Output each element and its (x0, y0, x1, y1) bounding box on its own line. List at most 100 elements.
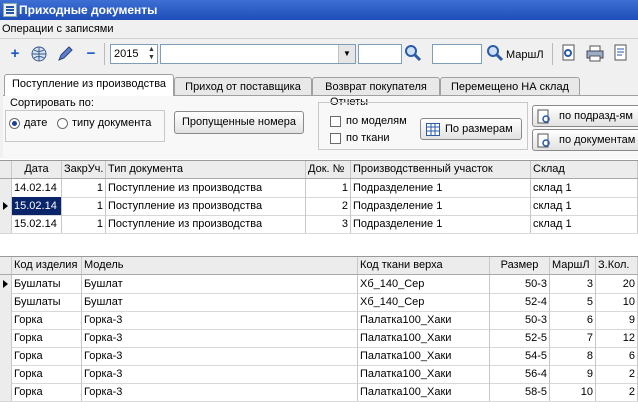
row-indicator[interactable] (0, 293, 12, 311)
item-cell[interactable]: Горка (12, 383, 82, 401)
item-row[interactable]: Горка Горка-3 Палатка100_Хаки 58-5 10 2 (0, 383, 638, 402)
item-cell[interactable]: Бушлат (82, 293, 358, 311)
item-cell[interactable]: Горка-3 (82, 329, 358, 347)
document-cell[interactable]: 1 (62, 197, 106, 215)
item-cell[interactable]: 6 (550, 311, 596, 329)
col-doc-type[interactable]: Тип документа (106, 161, 306, 178)
document-cell[interactable]: Подразделение 1 (351, 197, 531, 215)
checkbox-by-models[interactable] (330, 116, 341, 127)
item-row[interactable]: Горка Горка-3 Палатка100_Хаки 56-4 9 2 (0, 365, 638, 384)
document-cell[interactable]: 2 (306, 197, 351, 215)
checkbox-by-fabric[interactable] (330, 133, 341, 144)
document-cell[interactable]: Подразделение 1 (351, 215, 531, 233)
route-field[interactable] (432, 44, 482, 64)
item-cell[interactable]: Палатка100_Хаки (358, 365, 490, 383)
item-row[interactable]: Горка Горка-3 Палатка100_Хаки 52-5 7 12 (0, 329, 638, 348)
tab-return[interactable]: Возврат покупателя (312, 77, 440, 95)
tab-supplier[interactable]: Приход от поставщика (174, 77, 312, 95)
col-size[interactable]: Размер (490, 257, 550, 274)
item-cell[interactable]: 20 (596, 275, 638, 293)
edit-pen-icon[interactable] (54, 43, 76, 65)
item-cell[interactable]: Горка-3 (82, 311, 358, 329)
col-closed[interactable]: ЗакрУч. (62, 161, 106, 178)
item-cell[interactable]: 8 (550, 347, 596, 365)
document-cell[interactable]: 1 (62, 179, 106, 197)
tab-transfer[interactable]: Перемещено НА склад (440, 77, 580, 95)
document-cell[interactable]: 15.02.14 (12, 215, 62, 233)
col-item-code[interactable]: Код изделия (12, 257, 82, 274)
item-cell[interactable]: Палатка100_Хаки (358, 329, 490, 347)
item-cell[interactable]: 10 (596, 293, 638, 311)
search-icon[interactable] (486, 44, 506, 64)
item-cell[interactable]: 58-5 (490, 383, 550, 401)
item-cell[interactable]: Палатка100_Хаки (358, 311, 490, 329)
document-cell[interactable]: 1 (62, 215, 106, 233)
row-indicator[interactable] (0, 329, 12, 347)
item-cell[interactable]: Горка (12, 329, 82, 347)
row-indicator[interactable] (0, 311, 12, 329)
document-cell[interactable]: склад 1 (531, 179, 638, 197)
document-cell[interactable]: Поступление из производства (106, 215, 306, 233)
item-cell[interactable]: Горка (12, 365, 82, 383)
item-cell[interactable]: 52-5 (490, 329, 550, 347)
item-cell[interactable]: 50-3 (490, 311, 550, 329)
col-quantity[interactable]: З.Кол. (596, 257, 638, 274)
document-cell[interactable]: 3 (306, 215, 351, 233)
delete-icon[interactable]: − (80, 43, 102, 65)
row-indicator[interactable] (0, 215, 12, 233)
col-doc-number[interactable]: Док. № (306, 161, 351, 178)
item-cell[interactable]: 12 (596, 329, 638, 347)
item-cell[interactable]: Бушлаты (12, 275, 82, 293)
item-row[interactable]: Бушлаты Бушлат Хб_140_Сер 50-3 3 20 (0, 275, 638, 294)
item-row[interactable]: Бушлаты Бушлат Хб_140_Сер 52-4 5 10 (0, 293, 638, 312)
document-cell[interactable]: 1 (306, 179, 351, 197)
item-cell[interactable]: 52-4 (490, 293, 550, 311)
radio-sort-date[interactable] (9, 118, 20, 129)
filter-combobox[interactable]: ▼ (160, 44, 356, 64)
item-cell[interactable]: 7 (550, 329, 596, 347)
col-warehouse[interactable]: Склад (531, 161, 638, 178)
globe-icon[interactable] (28, 43, 50, 65)
col-route[interactable]: МаршЛ (550, 257, 596, 274)
row-indicator[interactable] (0, 197, 12, 215)
document-row[interactable]: 15.02.14 1 Поступление из производства 2 Под… (0, 197, 638, 216)
report-icon[interactable] (612, 44, 632, 64)
item-cell[interactable]: Горка (12, 347, 82, 365)
search-field[interactable] (358, 44, 402, 64)
item-cell[interactable]: Палатка100_Хаки (358, 347, 490, 365)
item-cell[interactable]: 9 (596, 311, 638, 329)
item-cell[interactable]: 3 (550, 275, 596, 293)
document-cell[interactable]: 14.02.14 (12, 179, 62, 197)
item-cell[interactable]: Горка (12, 311, 82, 329)
add-icon[interactable]: + (4, 43, 26, 65)
document-cell[interactable]: склад 1 (531, 215, 638, 233)
document-cell[interactable]: 15.02.14 (12, 197, 62, 215)
tab-production[interactable]: Поступление из производства (4, 74, 174, 96)
menu-operations[interactable]: Операции с записями (2, 23, 114, 35)
item-cell[interactable]: Палатка100_Хаки (358, 383, 490, 401)
item-cell[interactable]: 5 (550, 293, 596, 311)
item-cell[interactable]: 50-3 (490, 275, 550, 293)
row-indicator[interactable] (0, 347, 12, 365)
missing-numbers-button[interactable]: Пропущенные номера (174, 111, 304, 134)
item-cell[interactable]: 56-4 (490, 365, 550, 383)
item-cell[interactable]: Горка-3 (82, 347, 358, 365)
col-model[interactable]: Модель (82, 257, 358, 274)
item-row[interactable]: Горка Горка-3 Палатка100_Хаки 50-3 6 9 (0, 311, 638, 330)
item-cell[interactable]: 6 (596, 347, 638, 365)
row-indicator[interactable] (0, 275, 12, 293)
item-cell[interactable]: Хб_140_Сер (358, 293, 490, 311)
by-sizes-button[interactable]: По размерам (420, 118, 522, 140)
item-cell[interactable]: 2 (596, 383, 638, 401)
item-cell[interactable]: Горка-3 (82, 383, 358, 401)
spinner-arrows-icon[interactable]: ▲ ▼ (147, 46, 156, 62)
item-row[interactable]: Горка Горка-3 Палатка100_Хаки 54-5 8 6 (0, 347, 638, 366)
year-stepper[interactable]: 2015 ▲ ▼ (110, 44, 158, 64)
radio-sort-type[interactable] (57, 118, 68, 129)
document-row[interactable]: 15.02.14 1 Поступление из производства 3 Под… (0, 215, 638, 234)
chevron-down-icon[interactable]: ▼ (338, 45, 355, 63)
document-cell[interactable]: Поступление из производства (106, 197, 306, 215)
item-cell[interactable]: 10 (550, 383, 596, 401)
col-department[interactable]: Производственный участок (351, 161, 531, 178)
by-documents-button[interactable]: по документам (532, 129, 638, 151)
